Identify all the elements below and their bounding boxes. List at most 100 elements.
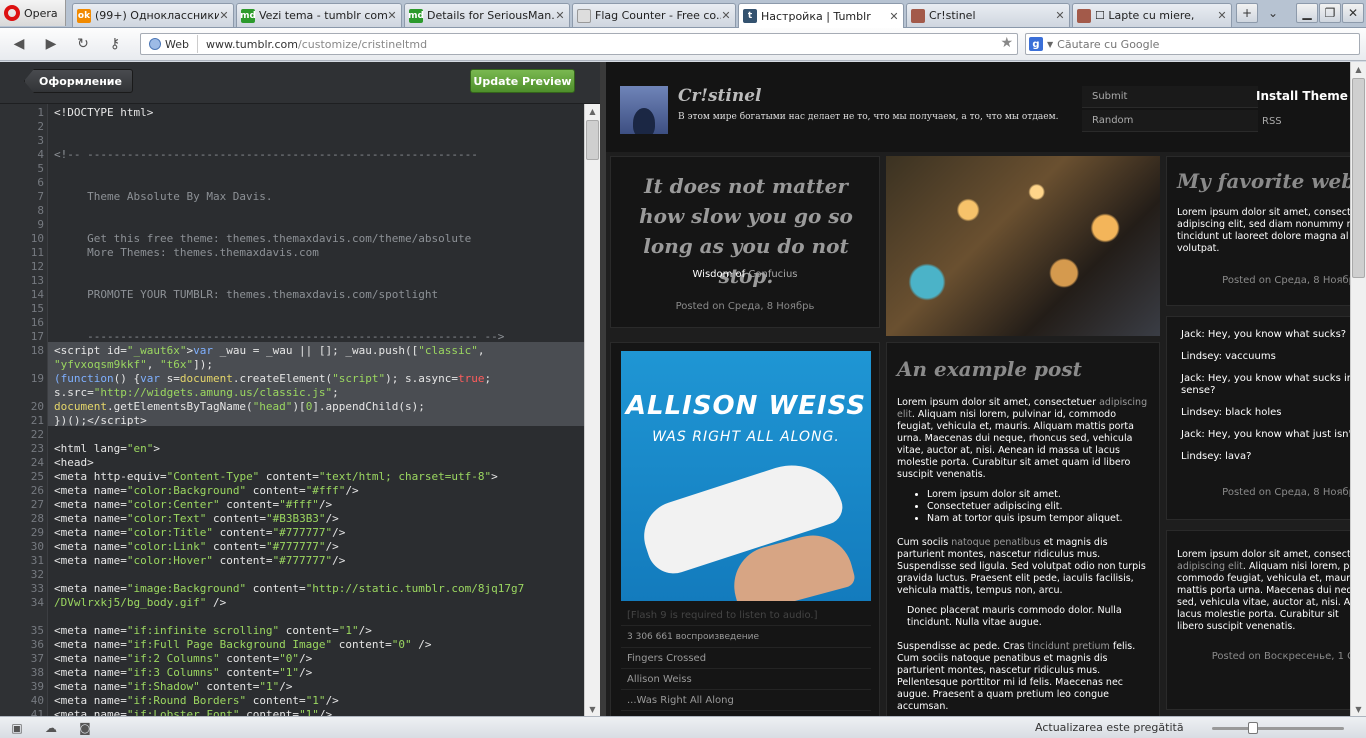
line-number: 33 [30,582,44,595]
close-window-button[interactable]: ✕ [1342,3,1364,23]
tab-vezi-tema[interactable]: md Vezi tema - tumblr com... ✕ [236,3,402,27]
play-count: 3 306 661 воспроизведение [621,627,871,648]
album-cover[interactable]: ALLISON WEISS WAS RIGHT ALL ALONG. [621,351,871,601]
site-info-badge[interactable]: Web [141,35,198,53]
line-number: 18 [30,344,44,357]
inline-link[interactable]: adipiscing elit [1177,561,1243,572]
line-number: 10 [30,232,44,245]
close-icon[interactable]: ✕ [721,9,731,22]
avatar[interactable] [620,86,668,134]
list-item: Nam at tortor quis ipsum tempor aliquet. [927,513,1149,525]
chat-line: Lindsey: lava? [1181,451,1252,462]
search-field[interactable]: g ▼ [1025,33,1360,55]
line-number: 1 [37,106,44,119]
tab-lapte-cu-miere[interactable]: ☐ Lapte cu miere, ✕ [1072,3,1232,27]
close-icon[interactable]: ✕ [555,9,565,22]
camera-icon[interactable]: ◙ [78,721,92,735]
install-theme-link[interactable]: Install Theme [1256,89,1348,103]
post-title[interactable]: An example post [897,357,1082,381]
city-lights-photo[interactable] [886,156,1160,336]
tumblr-icon: t [743,9,757,23]
cloud-icon[interactable]: ☁ [44,721,58,735]
post-date[interactable]: Posted on Среда, 8 Ноябр [1167,487,1365,498]
close-icon[interactable]: ✕ [387,9,397,22]
web-label: Web [165,37,189,51]
scroll-thumb[interactable] [1352,78,1365,278]
chevron-down-icon[interactable]: ▼ [1047,40,1053,49]
search-input[interactable] [1057,37,1359,51]
submit-link[interactable]: Submit [1082,86,1258,108]
plus-icon: + [1241,6,1253,20]
editor-scrollbar[interactable]: ▲ ▼ [584,104,600,716]
status-text: Actualizarea este pregătită [1035,721,1184,734]
update-preview-button[interactable]: Update Preview [470,69,575,93]
zoom-slider-handle[interactable] [1248,722,1258,734]
scroll-up-icon[interactable]: ▲ [585,104,600,118]
list-item: Consectetuer adipiscing elit. [927,501,1149,513]
code-line: Get this free theme: themes.themaxdavis.… [54,232,472,245]
line-number: 5 [37,162,44,175]
scroll-down-icon[interactable]: ▼ [1351,702,1366,716]
tab-cristinel[interactable]: Cr!stinel ✕ [906,3,1070,27]
tab-details[interactable]: md Details for SeriousMan... ✕ [404,3,570,27]
preview-scrollbar[interactable]: ▲ ▼ [1350,62,1366,716]
close-icon[interactable]: ✕ [219,9,229,22]
random-link[interactable]: Random [1082,110,1258,132]
scroll-up-icon[interactable]: ▲ [1351,62,1366,76]
code-line: <html lang="en"> [54,442,160,455]
tab-odnoklassniki[interactable]: ok (99+) Одноклассники ✕ [72,3,234,27]
forward-button[interactable]: ▶ [40,34,62,54]
new-tab-button[interactable]: + [1236,3,1258,23]
post-date[interactable]: Posted on Среда, 8 Ноябр [1167,275,1365,286]
maximize-button[interactable]: ❐ [1319,3,1341,23]
tab-tumblr-settings[interactable]: t Настройка | Tumblr ✕ [738,3,904,28]
close-icon[interactable]: ✕ [889,10,899,23]
star-icon[interactable]: ★ [1000,35,1013,51]
image-icon [911,8,925,23]
back-button[interactable]: ◀ [8,34,30,54]
address-field[interactable]: Web www.tumblr.com/customize/cristineltm… [140,33,1018,55]
inline-link[interactable]: natoque penatibus [951,537,1040,548]
key-button[interactable]: ⚷ [104,34,126,54]
text-span: Lorem ipsum dolor sit amet, consect [1177,549,1351,560]
tab-list-button[interactable]: ⌄ [1262,3,1284,23]
opera-menu-button[interactable]: Opera [0,0,66,26]
line-number: 30 [30,540,44,553]
code-line: s.src="http://widgets.amung.us/classic.j… [54,386,339,399]
close-icon[interactable]: ✕ [1217,9,1227,22]
code-editor[interactable]: 1 2 3 4 5 6 7 8 9 10 11 12 13 14 15 16 17 18 19 20 21 22 23 24 2… [0,104,584,716]
post-date[interactable]: Posted on Среда, 8 Ноябрь [611,301,879,312]
line-number: 9 [37,218,44,231]
scroll-down-icon[interactable]: ▼ [585,702,600,716]
close-icon[interactable]: ✕ [1055,9,1065,22]
reload-button[interactable]: ↻ [72,34,94,54]
scroll-thumb[interactable] [586,120,599,160]
line-number: 4 [37,148,44,161]
line-number: 12 [30,260,44,273]
line-number: 17 [30,330,44,343]
quote-source-name[interactable]: Confucius [748,269,797,280]
post-paragraph: Cum sociis natoque penatibus et magnis d… [897,537,1149,597]
album-cover-subtitle: WAS RIGHT ALL ALONG. [652,429,840,445]
panel-toggle-icon[interactable]: ▣ [10,721,24,735]
post-paragraph: Lorem ipsum dolor sit amet, consectetuer… [897,397,1149,481]
code-line: <!DOCTYPE html> [54,106,154,119]
chat-line: Lindsey: black holes [1181,407,1282,418]
text-span: Cum sociis [897,537,949,548]
minimize-button[interactable]: ▁ [1296,3,1318,23]
line-number: 22 [30,428,44,441]
md-icon: md [408,8,424,23]
quote-source-prefix: Wisdom of [692,269,746,280]
zoom-slider[interactable] [1212,722,1344,734]
post-title[interactable]: My favorite web si [1177,169,1366,193]
quote-source: Wisdom of Confucius [611,269,879,280]
appearance-back-button[interactable]: Оформление [24,69,133,93]
blog-title[interactable]: Cr!stinel [678,86,761,106]
url-text[interactable]: www.tumblr.com/customize/cristineltmd [198,38,427,51]
inline-link[interactable]: tincidunt pretium [1028,641,1110,652]
google-icon[interactable]: g [1029,37,1043,51]
tab-flag-counter[interactable]: Flag Counter - Free co... ✕ [572,3,736,27]
rss-link[interactable]: RSS [1258,110,1362,132]
image-icon [1077,8,1091,23]
post-date[interactable]: Posted on Воскресенье, 1 О [1167,651,1365,662]
